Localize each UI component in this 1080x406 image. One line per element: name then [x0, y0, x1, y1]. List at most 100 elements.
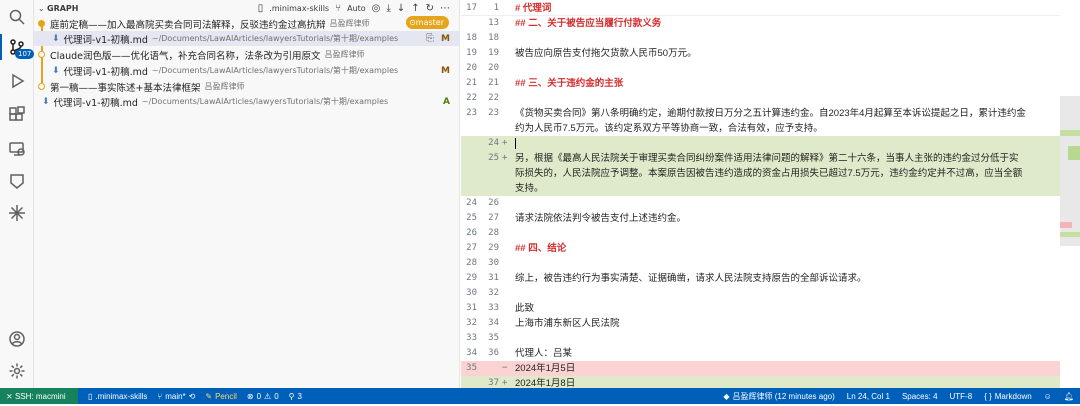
source-control-icon[interactable]: 107 [0, 30, 35, 64]
notifications-bell-icon[interactable]: 🔔︎ [1064, 392, 1074, 401]
chevron-down-icon[interactable]: ⌄ [38, 4, 47, 13]
commit-row[interactable]: Claude润色版——优化语气，补充合同名称，法条改为引用原文 吕盈辉律师 [34, 47, 460, 62]
sync-icon[interactable]: ⟲ [189, 392, 196, 401]
line-text: 上海市浦东新区人民法院 [515, 318, 620, 329]
commit-author: 吕盈辉律师 [329, 19, 370, 28]
editor-line[interactable]: 24 26 [461, 196, 1080, 211]
editor-line[interactable]: 19 19 被告应向原告支付拖欠货款人民币50万元。 [461, 46, 1080, 61]
old-line-number: 26 [466, 228, 477, 238]
ports-icon: ⚲ [288, 391, 295, 401]
editor-line[interactable]: 31 33 此致 [461, 301, 1080, 316]
push-icon[interactable]: ↑ [411, 3, 419, 14]
language-mode[interactable]: { } Markdown [984, 392, 1031, 401]
repo-indicator[interactable]: ▯ .minimax-skills [88, 392, 147, 401]
cursor-position[interactable]: Ln 24, Col 1 [847, 392, 890, 401]
editor-line[interactable]: 13 ## 二、关于被告应当履行付款义务 [461, 16, 1080, 31]
remote-icon: ⨯ [6, 391, 13, 401]
branch-icon: ⑂ [157, 391, 163, 401]
remote-explorer-icon[interactable] [0, 132, 34, 166]
open-file-icon[interactable]: ⎘ [426, 33, 434, 44]
added-line[interactable]: 际损失的，人民法院应予调整。本案原告因被告违约造成的资金占用损失已超过7.5万元… [461, 166, 1080, 181]
ports-count: 3 [297, 391, 302, 401]
sparkle-icon[interactable] [0, 196, 34, 230]
editor-line[interactable]: 34 36 代理人：吕某 [461, 346, 1080, 361]
graph-header[interactable]: ⌄ GRAPH ▯ .minimax-skills ⑂ Auto ◎ ⤓ ↓ ↑… [34, 0, 460, 17]
editor-line[interactable]: 约为人民币7.5万元。该约定系双方平等协商一致，合法有效，应予支持。 [461, 121, 1080, 136]
branch-badge-master[interactable]: ⊙master [406, 16, 449, 29]
markdown-file-icon: ⬇ [52, 33, 60, 44]
editor-line[interactable]: 32 34 上海市浦东新区人民法院 [461, 316, 1080, 331]
line-text: 际损失的，人民法院应予调整。本案原告因被告违约造成的资金占用损失已超过7.5万元… [515, 168, 1023, 179]
old-line-number: 22 [466, 93, 477, 103]
editor-line[interactable]: 20 20 [461, 61, 1080, 76]
line-text: 约为人民币7.5万元。该约定系双方平等协商一致，合法有效，应予支持。 [515, 123, 823, 134]
file-path: ~/Documents/LawAIArticles/lawyersTutoria… [141, 97, 389, 106]
editor-line[interactable]: 17 1 # 代理词 [461, 1, 1080, 16]
remote-indicator[interactable]: ⨯ SSH: macmini [0, 388, 78, 404]
editor-line[interactable]: 21 21 ## 三、关于违约金的主张 [461, 76, 1080, 91]
editor-line[interactable]: 18 18 [461, 31, 1080, 46]
refresh-icon[interactable]: ↻ [426, 3, 434, 14]
new-line-number: 35 [488, 333, 499, 343]
file-name: 代理词-v1-初稿.md [63, 66, 148, 78]
commit-author: 吕盈辉律师 [204, 82, 245, 91]
pull-icon[interactable]: ↓ [397, 3, 405, 14]
commit-row[interactable]: 第一稿——事实陈述+基本法律框架 吕盈辉律师 [34, 79, 460, 94]
added-line[interactable]: 25 + 另，根据《最高人民法院关于审理买卖合同纠纷案件适用法律问题的解释》第二十六… [461, 151, 1080, 166]
more-actions-icon[interactable]: ⋯ [440, 3, 450, 14]
graph-mode-label[interactable]: Auto [347, 4, 366, 13]
pencil-label: Pencil [215, 391, 237, 401]
commit-message: 第一稿——事实陈述+基本法律框架 [50, 82, 201, 94]
changed-file-row[interactable]: ⬇ 代理词-v1-初稿.md ~/Documents/LawAIArticles… [34, 31, 460, 46]
fetch-icon[interactable]: ⤓ [386, 3, 390, 14]
removed-line[interactable]: 35 −2024年1月5日 [461, 361, 1080, 376]
branch-indicator[interactable]: ⑂ main* ⟲ [157, 392, 195, 401]
graph-repo-label[interactable]: .minimax-skills [269, 4, 329, 13]
branch-label: main* [165, 391, 186, 401]
file-path: ~/Documents/LawAIArticles/lawyersTutoria… [151, 34, 399, 43]
indentation[interactable]: Spaces: 4 [902, 392, 938, 401]
minimap-add-marker [1060, 130, 1080, 136]
editor-line[interactable]: 30 32 [461, 286, 1080, 301]
ports-indicator[interactable]: ⚲ 3 [289, 392, 302, 401]
minimap[interactable] [1060, 0, 1080, 388]
diff-gutter-sign: + [502, 378, 508, 388]
account-icon[interactable] [0, 322, 34, 356]
pencil-indicator[interactable]: ✎ Pencil [205, 392, 237, 401]
added-line[interactable]: 24 + [461, 136, 1080, 151]
extensions-icon[interactable] [0, 98, 34, 132]
old-line-number: 29 [466, 273, 477, 283]
problems-indicator[interactable]: ⊗ 0 ⚠ 0 [247, 392, 279, 401]
commit-row[interactable]: 庭前定稿——加入最高院买卖合同司法解释，反驳违约金过高抗辩 吕盈辉律师 [34, 16, 460, 31]
file-name: 代理词-v1-初稿.md [53, 97, 138, 109]
line-text: 2024年1月5日 [515, 363, 576, 374]
new-line-number: 21 [488, 78, 499, 88]
braces-icon: { } [984, 391, 992, 401]
settings-gear-icon[interactable] [0, 354, 34, 388]
editor-line[interactable]: 26 28 [461, 226, 1080, 241]
language-label: Markdown [994, 391, 1032, 401]
old-line-number: 32 [466, 318, 477, 328]
editor-line[interactable]: 27 29 ## 四、结论 [461, 241, 1080, 256]
target-icon[interactable]: ◎ [372, 3, 381, 14]
editor-line[interactable]: 22 22 [461, 91, 1080, 106]
editor-line[interactable]: 29 31 综上，被告违约行为事实清楚、证据确凿，请求人民法院支持原告的全部诉讼请求… [461, 271, 1080, 286]
editor-line[interactable]: 23 23 《货物买卖合同》第八条明确约定，逾期付款按日万分之五计算违约金。自202… [461, 106, 1080, 121]
run-debug-icon[interactable] [0, 64, 34, 98]
new-line-number: 32 [488, 288, 499, 298]
diff-editor[interactable]: 17 1 # 代理词 13 ## 二、关于被告应当履行付款义务 18 18 19 19 被告应向原… [461, 0, 1080, 403]
diff-gutter-sign: + [502, 138, 508, 148]
copilot-icon[interactable]: ☺ [1044, 392, 1052, 401]
editor-line[interactable]: 28 30 [461, 256, 1080, 271]
repo-label: .minimax-skills [95, 391, 148, 401]
new-line-number: 19 [488, 48, 499, 58]
editor-line[interactable]: 25 27 请求法院依法判令被告支付上述违约金。 [461, 211, 1080, 226]
editor-line[interactable]: 33 35 [461, 331, 1080, 346]
search-icon[interactable] [0, 0, 34, 34]
blame-indicator[interactable]: ◆ 吕盈辉律师 (12 minutes ago) [723, 391, 834, 402]
changed-file-row[interactable]: ⬇ 代理词-v1-初稿.md ~/Documents/LawAIArticles… [34, 94, 460, 109]
testing-icon[interactable] [0, 164, 34, 198]
encoding[interactable]: UTF-8 [950, 392, 973, 401]
added-line[interactable]: 支持。 [461, 181, 1080, 196]
changed-file-row[interactable]: ⬇ 代理词-v1-初稿.md ~/Documents/LawAIArticles… [34, 63, 460, 78]
